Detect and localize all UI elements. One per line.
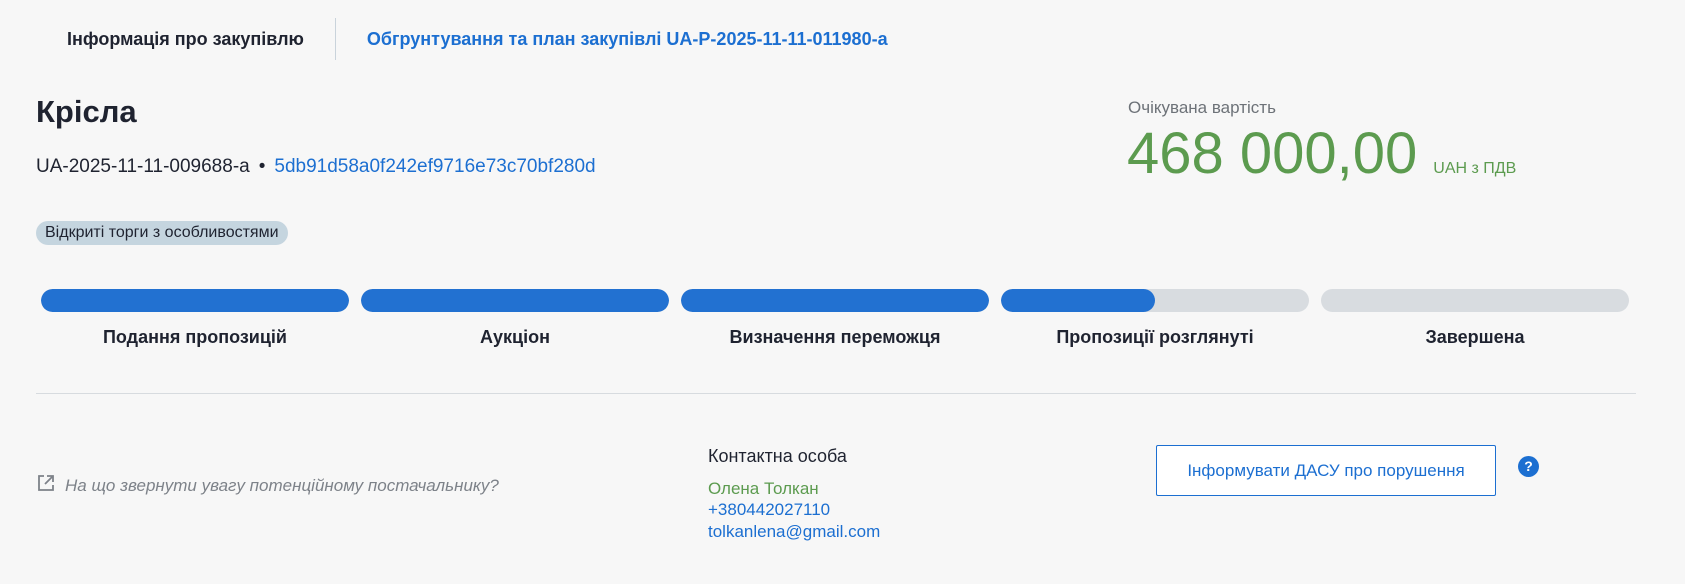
step-label: Подання пропозицій <box>102 327 288 347</box>
progress-fill <box>1001 289 1155 312</box>
expected-value-amount: 468 000,00 <box>1127 121 1418 186</box>
help-icon[interactable]: ? <box>1518 456 1539 477</box>
expected-value: 468 000,00 UAH з ПДВ <box>1127 119 1516 189</box>
status-step-auction: Аукціон <box>361 289 669 348</box>
status-step-completed: Завершена <box>1321 289 1629 348</box>
external-link-icon <box>37 474 55 497</box>
status-step-submission: Подання пропозицій <box>41 289 349 348</box>
tab-procurement-info[interactable]: Інформація про закупівлю <box>67 29 335 50</box>
status-step-winner: Визначення переможця <box>681 289 989 348</box>
progress-bar <box>1001 289 1309 312</box>
step-label: Завершена <box>1425 327 1525 347</box>
contact-phone-link[interactable]: +380442027110 <box>708 499 880 521</box>
step-label: Аукціон <box>480 327 550 347</box>
progress-fill <box>361 289 669 312</box>
status-stepper: Подання пропозицій Аукціон Визначення пе… <box>41 289 1629 348</box>
tabs-bar: Інформація про закупівлю Обгрунтування т… <box>67 18 888 60</box>
id-separator: • <box>258 156 266 177</box>
report-violation-button[interactable]: Інформувати ДАСУ про порушення <box>1156 445 1496 496</box>
progress-fill <box>41 289 349 312</box>
contact-email-link[interactable]: tolkanlena@gmail.com <box>708 521 880 543</box>
progress-bar <box>1321 289 1629 312</box>
page-title: Крісла <box>36 94 137 129</box>
status-step-reviewed: Пропозиції розглянуті <box>1001 289 1309 348</box>
supplier-hint-link[interactable]: На що звернути увагу потенційному постач… <box>37 474 499 497</box>
progress-bar <box>41 289 349 312</box>
procedure-type-badge: Відкриті торги з особливостями <box>36 221 288 245</box>
progress-bar <box>361 289 669 312</box>
contact-name: Олена Толкан <box>708 479 819 498</box>
tender-hash-link[interactable]: 5db91d58a0f242ef9716e73c70bf280d <box>274 156 595 178</box>
step-label: Пропозиції розглянуті <box>1056 327 1254 347</box>
tender-id: UA-2025-11-11-009688-a <box>36 156 250 177</box>
contact-label: Контактна особа <box>708 446 847 466</box>
section-divider <box>36 393 1636 394</box>
contact-block: Контактна особа Олена Толкан +3804420271… <box>708 446 880 543</box>
supplier-hint-text: На що звернути увагу потенційному постач… <box>65 475 499 495</box>
progress-bar <box>681 289 989 312</box>
progress-fill <box>681 289 989 312</box>
tab-justification-plan[interactable]: Обгрунтування та план закупівлі UA-P-202… <box>336 29 888 50</box>
expected-value-unit: UAH з ПДВ <box>1433 160 1517 177</box>
expected-value-label: Очікувана вартість <box>1128 98 1276 117</box>
step-label: Визначення переможця <box>729 327 941 347</box>
tender-identifiers: UA-2025-11-11-009688-a • 5db91d58a0f242e… <box>36 156 596 178</box>
